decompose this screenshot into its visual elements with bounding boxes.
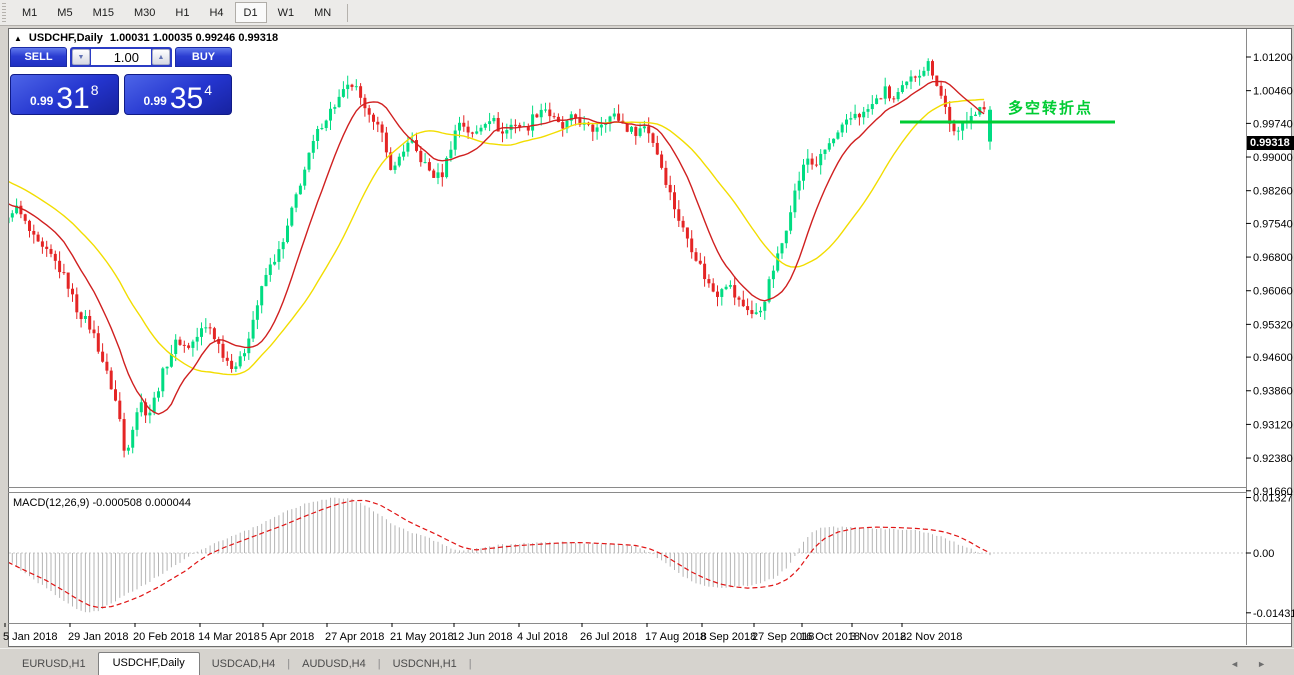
timeframe-d1-button[interactable]: D1	[234, 2, 267, 23]
tab-scroll-right-icon[interactable]: ►	[1257, 660, 1266, 669]
volume-stepper: ▼ 1.00 ▲	[70, 47, 172, 67]
tab-scroll-left-icon[interactable]: ◄	[1230, 660, 1239, 669]
timeframe-m5-button[interactable]: M5	[48, 2, 81, 23]
tab-separator: |	[468, 658, 472, 670]
timeframe-mn-button[interactable]: MN	[305, 2, 340, 23]
timeframe-m15-button[interactable]: M15	[84, 2, 123, 23]
timeframe-m30-button[interactable]: M30	[125, 2, 164, 23]
timeframe-h4-button[interactable]: H4	[200, 2, 232, 23]
symbol-period-label: USDCHF,Daily	[28, 32, 103, 44]
tab-audusd[interactable]: AUDUSD,H4	[290, 654, 378, 675]
tab-eurusd[interactable]: EURUSD,H1	[10, 654, 98, 675]
collapse-panel-icon[interactable]: ▲	[14, 33, 22, 44]
sell-price-pip: 8	[90, 82, 99, 98]
toolbar-drag-handle[interactable]	[2, 3, 6, 22]
sell-button[interactable]: SELL	[10, 47, 67, 67]
tab-scroll-buttons: ◄ ►	[1230, 660, 1266, 669]
sell-price-prefix: 0.99	[29, 94, 54, 108]
volume-input[interactable]: 1.00	[91, 49, 151, 65]
tab-usdcad[interactable]: USDCAD,H4	[200, 654, 288, 675]
timeframe-button-group: M1 M5 M15 M30 H1 H4 D1 W1 MN	[12, 0, 354, 25]
sell-price-big: 31	[56, 82, 90, 115]
symbol-tabs: EURUSD,H1 USDCHF,Daily USDCAD,H4 | AUDUSD,H4…	[0, 648, 1294, 675]
symbol-tab-list: EURUSD,H1 USDCHF,Daily USDCAD,H4 | AUDUSD,H4…	[10, 651, 1230, 675]
annotation-label: 多空转折点	[1008, 100, 1094, 117]
timeframe-toolbar: M1 M5 M15 M30 H1 H4 D1 W1 MN	[0, 0, 1294, 26]
buy-button[interactable]: BUY	[175, 47, 232, 67]
chart-window[interactable]	[8, 28, 1292, 647]
tab-usdchf[interactable]: USDCHF,Daily	[97, 652, 200, 675]
macd-indicator-label: MACD(12,26,9) -0.000508 0.000044	[13, 497, 191, 509]
timeframe-m1-button[interactable]: M1	[13, 2, 46, 23]
current-price-tag: 0.99318	[1247, 136, 1294, 150]
buy-price-box[interactable]: 0.99 35 4	[123, 74, 232, 115]
tab-usdcnh[interactable]: USDCNH,H1	[381, 654, 469, 675]
buy-price-prefix: 0.99	[143, 94, 167, 108]
toolbar-separator	[347, 3, 349, 22]
ohlc-title: ▲ USDCHF,Daily 1.00031 1.00035 0.99246 0…	[14, 32, 278, 44]
ohlc-values: 1.00031 1.00035 0.99246 0.99318	[109, 32, 279, 44]
one-click-trading-panel: SELL ▼ 1.00 ▲ BUY 0.99 31 8 0.99 35 4	[10, 47, 232, 115]
volume-decrease-button[interactable]: ▼	[72, 49, 90, 65]
timeframe-w1-button[interactable]: W1	[269, 2, 304, 23]
buy-price-pip: 4	[204, 82, 213, 98]
timeframe-h1-button[interactable]: H1	[166, 2, 198, 23]
sell-price-box[interactable]: 0.99 31 8	[10, 74, 119, 115]
volume-increase-button[interactable]: ▲	[152, 49, 170, 65]
buy-price-big: 35	[169, 82, 204, 115]
